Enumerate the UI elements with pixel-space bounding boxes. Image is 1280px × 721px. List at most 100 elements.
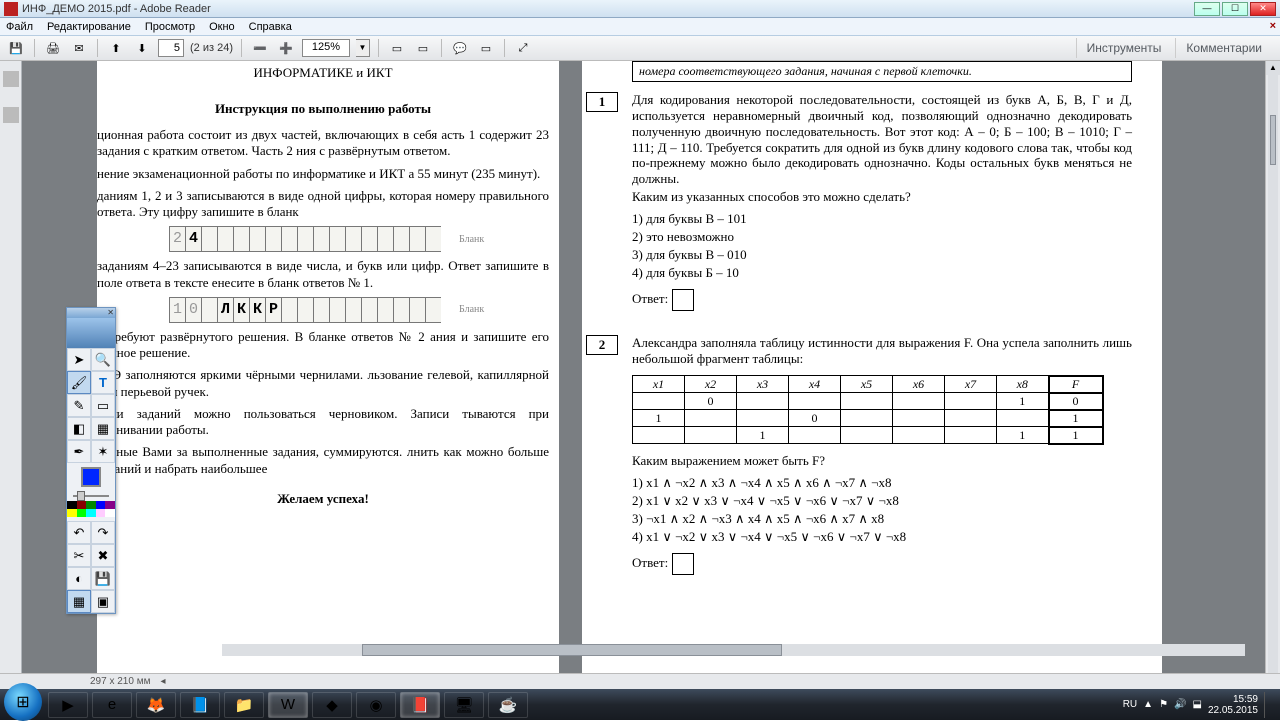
color-cell[interactable] xyxy=(86,501,96,509)
question-number: 2 xyxy=(586,335,618,355)
rect-tool-icon[interactable]: ▭ xyxy=(91,394,115,417)
attachment-icon[interactable] xyxy=(3,107,19,123)
size-slider-thumb[interactable] xyxy=(77,491,85,501)
eraser-tool-icon[interactable]: ◧ xyxy=(67,417,91,440)
tools-panel-button[interactable]: Инструменты xyxy=(1076,38,1172,58)
paragraph: ЕГЭ заполняются яркими чёрными чернилами… xyxy=(97,367,549,400)
color-cell[interactable] xyxy=(105,501,115,509)
menu-view[interactable]: Просмотр xyxy=(145,21,195,33)
color-swatch[interactable] xyxy=(81,467,101,487)
readmode-icon[interactable]: ⤢ xyxy=(513,38,533,58)
color-cell[interactable] xyxy=(96,509,106,517)
expand-icon[interactable]: ◂ xyxy=(160,676,165,687)
scrollbar-thumb[interactable] xyxy=(1270,115,1276,165)
answer-cell xyxy=(329,297,345,323)
reader-icon[interactable]: 📕 xyxy=(400,692,440,718)
document-viewport[interactable]: ИНФОРМАТИКЕ и ИКТ Инструкция по выполнен… xyxy=(22,61,1265,689)
palette-titlebar[interactable]: ✕ xyxy=(67,308,115,318)
text-tool-icon[interactable]: T xyxy=(91,371,115,394)
app-icon[interactable]: 🖥 xyxy=(444,692,484,718)
tool2-icon[interactable]: ▭ xyxy=(413,38,433,58)
statusbar: 297 x 210 мм ◂ xyxy=(0,673,1280,689)
scroll-up-icon[interactable]: ▲ xyxy=(1266,61,1280,75)
save-icon[interactable]: 💾 xyxy=(6,38,26,58)
menu-help[interactable]: Справка xyxy=(249,21,292,33)
tool-icon[interactable]: ✖ xyxy=(91,544,115,567)
truth-table: x1 x2 x3 x4 x5 x6 x7 x8 F 010 101 111 xyxy=(632,375,1104,445)
show-desktop-button[interactable] xyxy=(1264,692,1272,718)
explorer-icon[interactable]: 📁 xyxy=(224,692,264,718)
flag-icon[interactable]: ⚑ xyxy=(1159,699,1168,710)
color-cell[interactable] xyxy=(67,509,77,517)
thumbnails-icon[interactable] xyxy=(3,71,19,87)
next-page-icon[interactable]: ⬇ xyxy=(132,38,152,58)
vertical-scrollbar[interactable]: ▲ ▼ xyxy=(1265,61,1280,689)
print-icon[interactable]: 🖨 xyxy=(43,38,63,58)
page-input[interactable] xyxy=(158,39,184,57)
zoom-out-icon[interactable]: ➖ xyxy=(250,38,270,58)
color-cell[interactable] xyxy=(105,509,115,517)
close-button[interactable]: ✕ xyxy=(1250,2,1276,16)
menu-file[interactable]: Файл xyxy=(6,21,33,33)
comments-panel-button[interactable]: Комментарии xyxy=(1175,38,1272,58)
color-cell[interactable] xyxy=(77,501,87,509)
app-icon[interactable]: ◆ xyxy=(312,692,352,718)
color-cell[interactable] xyxy=(96,501,106,509)
menu-edit[interactable]: Редактирование xyxy=(47,21,131,33)
zoom-tool-icon[interactable]: 🔍 xyxy=(91,348,115,371)
shield-icon[interactable]: ⬓ xyxy=(1192,699,1201,710)
prev-page-icon[interactable]: ⬆ xyxy=(106,38,126,58)
arrow-tool-icon[interactable]: ➤ xyxy=(67,348,91,371)
tool-icon[interactable]: ✂ xyxy=(67,544,91,567)
volume-icon[interactable]: 🔊 xyxy=(1174,699,1186,710)
clock[interactable]: 15:59 22.05.2015 xyxy=(1208,694,1258,716)
color-cell[interactable] xyxy=(86,509,96,517)
save-tool-icon[interactable]: 💾 xyxy=(91,567,115,590)
eyedrop-tool-icon[interactable]: ✒ xyxy=(67,440,91,463)
td xyxy=(945,410,997,427)
td: 1 xyxy=(737,427,789,444)
bucket-tool-icon[interactable]: ✶ xyxy=(91,440,115,463)
wmp-icon[interactable]: ▶ xyxy=(48,692,88,718)
lang-indicator[interactable]: RU xyxy=(1123,699,1137,710)
ie-icon[interactable]: e xyxy=(92,692,132,718)
th: x6 xyxy=(893,376,945,393)
zoom-dropdown-icon[interactable]: ▼ xyxy=(356,39,370,57)
horizontal-scrollbar[interactable] xyxy=(222,644,1245,656)
highlight-icon[interactable]: ▭ xyxy=(476,38,496,58)
start-button[interactable]: ⊞ xyxy=(4,683,42,721)
app-icon[interactable]: ☕ xyxy=(488,692,528,718)
scrollbar-thumb[interactable] xyxy=(362,644,782,656)
tool1-icon[interactable]: ▭ xyxy=(387,38,407,58)
zoom-in-icon[interactable]: ➕ xyxy=(276,38,296,58)
maximize-button[interactable]: ☐ xyxy=(1222,2,1248,16)
th: x5 xyxy=(841,376,893,393)
palette-close-icon[interactable]: ✕ xyxy=(107,308,114,317)
pencil-tool-icon[interactable]: ✎ xyxy=(67,394,91,417)
comment-icon[interactable]: 💬 xyxy=(450,38,470,58)
mail-icon[interactable]: ✉ xyxy=(69,38,89,58)
td: 1 xyxy=(1049,427,1103,444)
brush-tool-icon[interactable]: 🖌 xyxy=(67,371,91,394)
menu-window[interactable]: Окно xyxy=(209,21,235,33)
select-rect-icon[interactable]: ▦ xyxy=(91,417,115,440)
notepad-icon[interactable]: 📘 xyxy=(180,692,220,718)
scrollbar-track[interactable] xyxy=(1268,75,1278,675)
redo-icon[interactable]: ↷ xyxy=(91,521,115,544)
doc-close-icon[interactable]: × xyxy=(1270,20,1276,32)
answer-cell xyxy=(201,226,217,252)
answer-cell xyxy=(409,226,425,252)
word-icon[interactable]: W xyxy=(268,692,308,718)
tray-up-icon[interactable]: ▲ xyxy=(1143,699,1153,710)
tool-icon[interactable]: ▣ xyxy=(91,590,115,613)
color-cell[interactable] xyxy=(77,509,87,517)
drawing-palette[interactable]: ✕ ➤🔍 🖌T ✎▭ ◧▦ ✒✶ ↶↷ ✂✖ ◐💾 ▦▣ xyxy=(66,307,116,614)
undo-icon[interactable]: ↶ xyxy=(67,521,91,544)
color-cell[interactable] xyxy=(67,501,77,509)
zoom-select[interactable]: 125% xyxy=(302,39,350,57)
tool-icon[interactable]: ◐ xyxy=(67,567,91,590)
minimize-button[interactable]: — xyxy=(1194,2,1220,16)
chrome-icon[interactable]: ◉ xyxy=(356,692,396,718)
tool-icon[interactable]: ▦ xyxy=(67,590,91,613)
firefox-icon[interactable]: 🦊 xyxy=(136,692,176,718)
